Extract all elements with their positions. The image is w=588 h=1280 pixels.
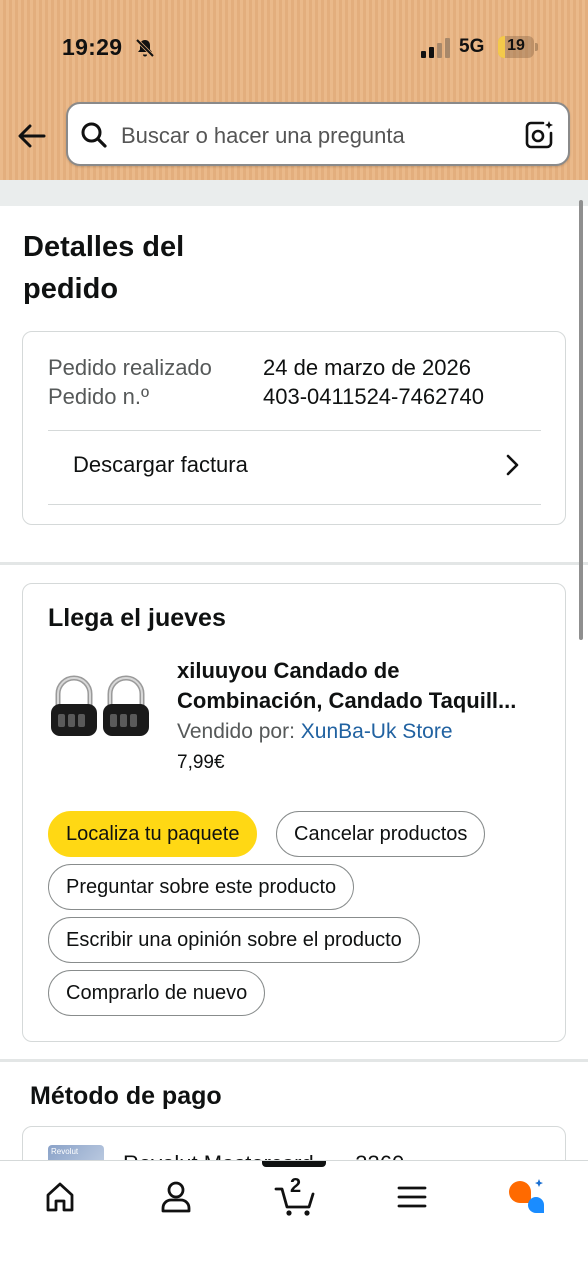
write-review-button[interactable]: Escribir una opinión sobre el producto <box>48 917 420 963</box>
product-image-padlocks[interactable] <box>49 674 153 740</box>
product-price: 7,99€ <box>177 752 225 773</box>
section-divider <box>0 1059 588 1062</box>
order-info-card: Pedido realizado 24 de marzo de 2026 Ped… <box>22 331 566 525</box>
home-icon[interactable] <box>40 1177 80 1217</box>
scrollbar[interactable] <box>579 200 583 640</box>
cart-count: 2 <box>290 1175 302 1197</box>
download-invoice-label: Descargar factura <box>73 452 248 477</box>
order-number-label: Pedido n.º <box>48 384 149 409</box>
track-package-button[interactable]: Localiza tu paquete <box>48 811 258 857</box>
back-arrow-icon[interactable] <box>14 118 50 154</box>
menu-icon[interactable] <box>392 1177 432 1217</box>
network-label: 5G <box>459 36 485 57</box>
status-time: 19:29 <box>62 34 123 60</box>
order-date-label: Pedido realizado <box>48 355 212 380</box>
card-brand-label: Revolut <box>51 1147 79 1156</box>
battery-icon: 19 <box>498 36 538 58</box>
chevron-right-icon <box>506 454 519 476</box>
product-title-line1[interactable]: xiluuyou Candado de <box>177 656 549 686</box>
seller-prefix: Vendido por: <box>177 720 301 743</box>
cancel-items-button[interactable]: Cancelar productos <box>276 811 486 857</box>
previous-section-strip <box>0 180 588 206</box>
order-date-value: 24 de marzo de 2026 <box>263 355 471 380</box>
payment-method-title: Método de pago <box>30 1082 222 1110</box>
product-title-line2[interactable]: Combinación, Candado Taquill... <box>177 686 549 716</box>
ask-product-button[interactable]: Preguntar sobre este producto <box>48 864 355 910</box>
search-placeholder: Buscar o hacer una pregunta <box>121 123 405 148</box>
camera-lens-icon[interactable] <box>523 119 555 151</box>
battery-level: 19 <box>507 37 525 54</box>
section-divider <box>0 562 588 565</box>
search-input[interactable]: Buscar o hacer una pregunta <box>66 102 570 166</box>
delivery-status: Llega el jueves <box>48 604 226 632</box>
bottom-navigation: 2 <box>0 1160 588 1280</box>
shipment-card: Llega el jueves xiluuyou Candado de Comb… <box>22 583 566 1042</box>
order-number-value: 403-0411524-7462740 <box>263 384 485 409</box>
search-icon <box>81 122 107 148</box>
seller-link[interactable]: XunBa-Uk Store <box>301 720 453 743</box>
seller-info: Vendido por: XunBa-Uk Store <box>177 720 453 744</box>
rufus-assistant-icon[interactable] <box>506 1177 550 1217</box>
status-bar: 19:29 5G 19 <box>0 0 588 96</box>
download-invoice-row[interactable]: Descargar factura <box>48 431 541 504</box>
divider <box>48 504 541 505</box>
bell-off-icon <box>135 38 155 58</box>
active-tab-indicator <box>262 1161 326 1167</box>
app-header: 19:29 5G 19 Buscar o hacer una pregunta <box>0 0 588 180</box>
page-title: Detalles del pedido <box>23 231 185 305</box>
signal-icon <box>421 38 450 58</box>
buy-again-button[interactable]: Comprarlo de nuevo <box>48 970 266 1016</box>
account-icon[interactable] <box>156 1177 196 1217</box>
